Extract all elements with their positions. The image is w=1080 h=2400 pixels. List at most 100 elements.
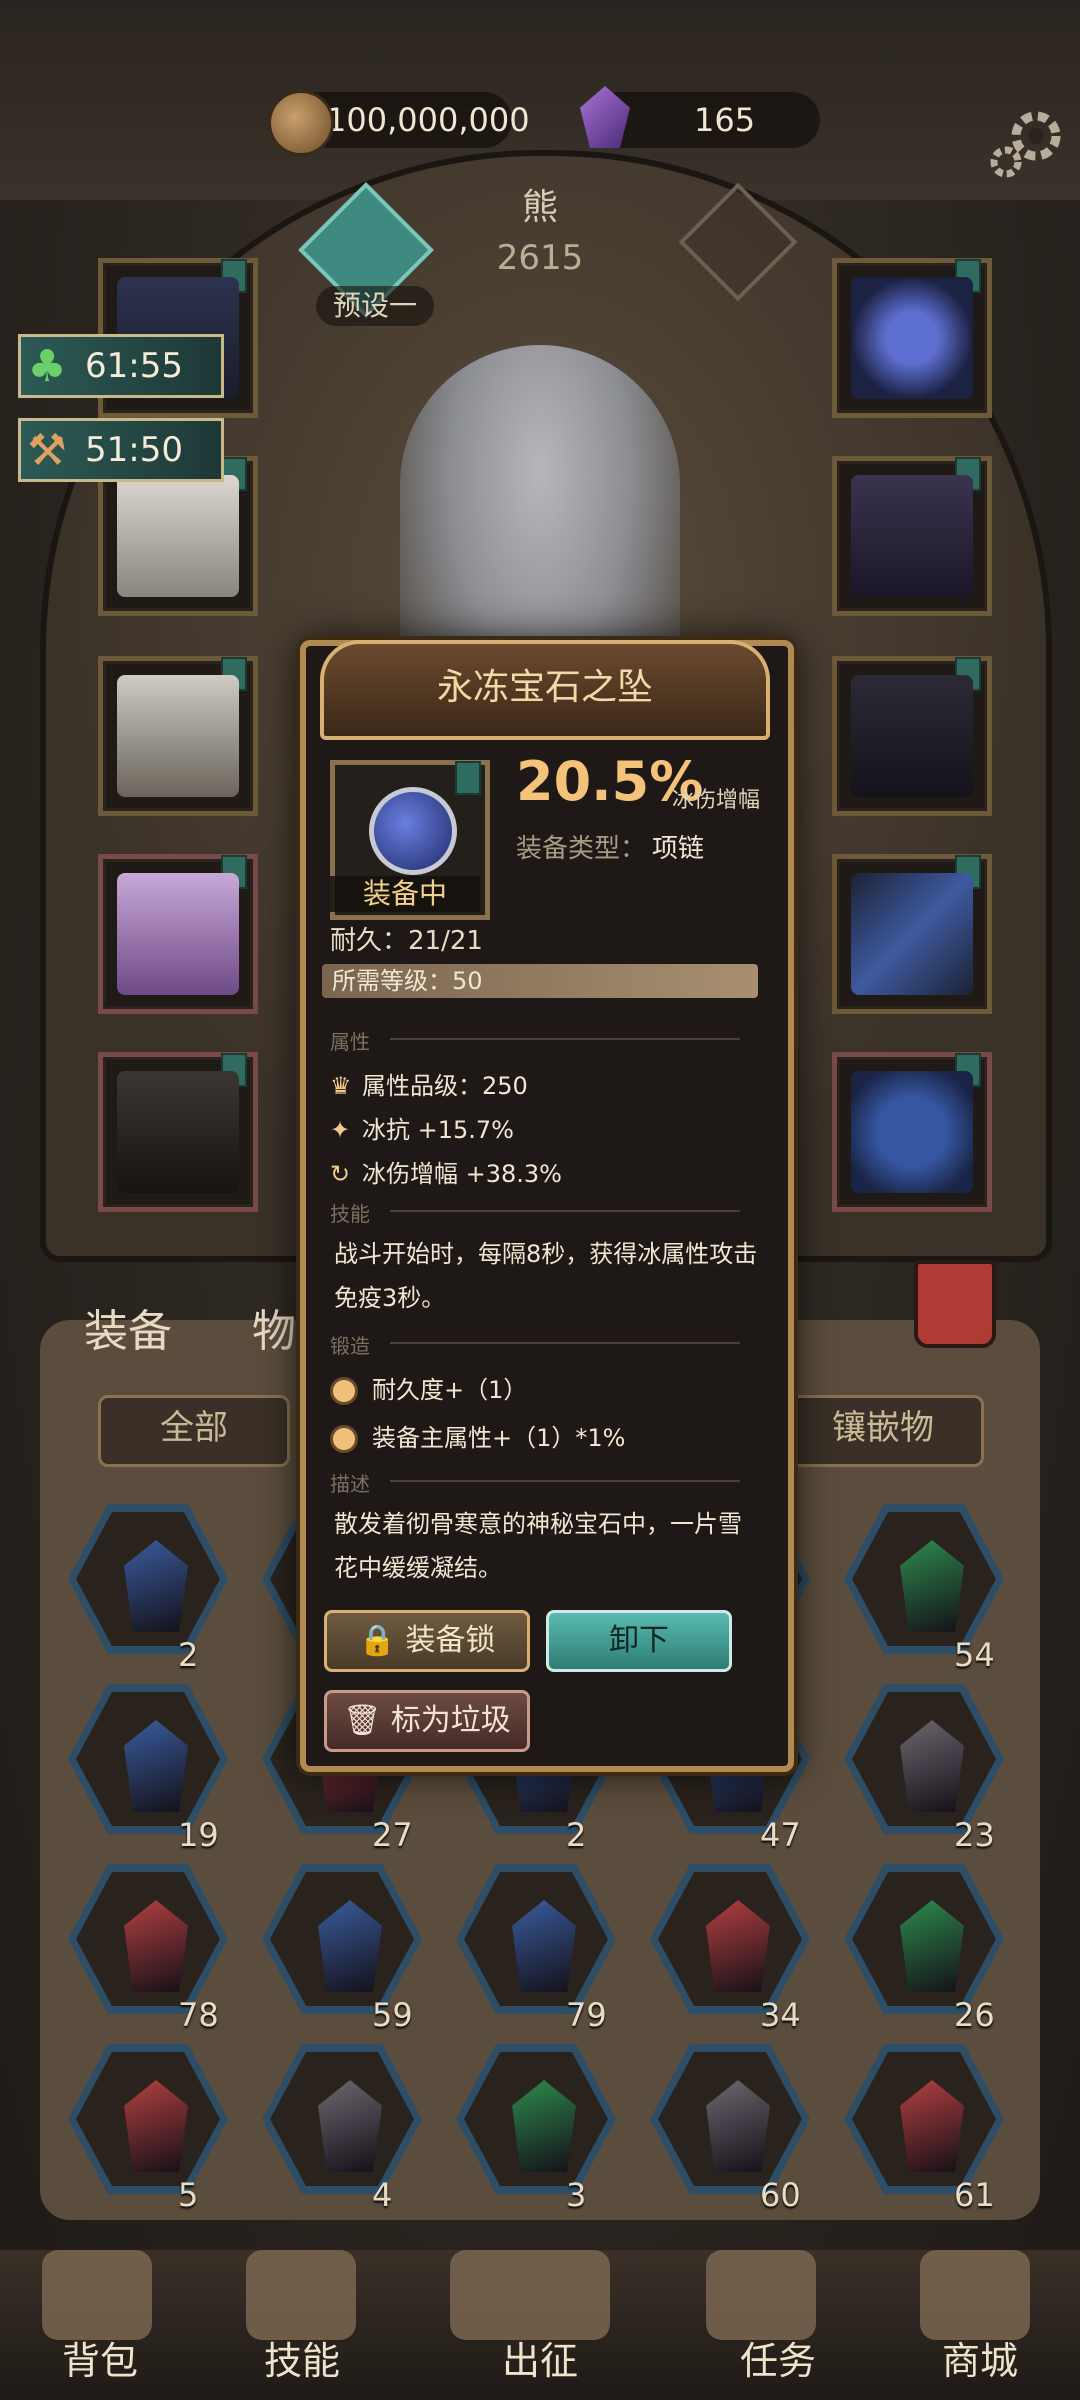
section-forge: 锻造 xyxy=(330,1330,750,1358)
item-count: 2 xyxy=(178,1636,199,1674)
item-count: 3 xyxy=(566,2176,587,2214)
hammer-icon: ⚒ xyxy=(27,424,67,476)
item-count: 34 xyxy=(760,1996,801,2034)
crystal-icon xyxy=(512,1900,576,1992)
lock-button[interactable]: 🔒 装备锁 xyxy=(324,1610,530,1672)
item-slot-bg xyxy=(76,1692,220,1826)
equipped-badge: 装备中 xyxy=(330,876,480,912)
crystal-icon xyxy=(900,1900,964,1992)
item-count: 54 xyxy=(954,1636,995,1674)
equip-slot-boots[interactable] xyxy=(98,1052,258,1212)
sparkle-icon: ✦ xyxy=(330,1116,351,1144)
crystal-icon xyxy=(706,1900,770,1992)
forge-durability-text: 耐久度+（1） xyxy=(372,1376,528,1404)
gold-amount: 100,000,000 xyxy=(326,101,530,139)
swirl-icon: ↻ xyxy=(330,1160,351,1188)
item-count: 2 xyxy=(566,1816,587,1854)
chain-art xyxy=(851,675,973,797)
item-count: 19 xyxy=(178,1816,219,1854)
filter-all[interactable]: 全部 xyxy=(98,1395,290,1467)
equip-type-label: 装备类型： xyxy=(516,834,647,864)
item-slot-bg xyxy=(852,2052,996,2186)
item-slot-bg xyxy=(76,1872,220,2006)
unequip-button[interactable]: 卸下 xyxy=(546,1610,732,1672)
preset-one-label[interactable]: 预设一 xyxy=(316,286,434,326)
weapon-art xyxy=(851,873,973,995)
necklace-gem-icon xyxy=(369,787,457,875)
trash-tag-icon: 🗑 xyxy=(343,1703,391,1738)
quest-horn-icon xyxy=(706,2250,816,2340)
necklace-art xyxy=(851,277,973,399)
nav-shop[interactable]: 商城 xyxy=(900,2330,1060,2385)
description-text: 散发着彻骨寒意的神秘宝石中，一片雪花中缓缓凝结。 xyxy=(334,1510,742,1582)
attr-ice-resist: ✦ 冰抗 +15.7% xyxy=(330,1110,514,1145)
crystal-icon xyxy=(706,2080,770,2172)
settings-gear-icon[interactable] xyxy=(984,100,1068,184)
item-slot-bg xyxy=(852,1872,996,2006)
item-slot-bg xyxy=(464,1872,608,2006)
item-slot-bg xyxy=(658,1872,802,2006)
gloves-art xyxy=(117,675,239,797)
item-count: 23 xyxy=(954,1816,995,1854)
equip-slot-weapon[interactable] xyxy=(832,854,992,1014)
nav-skills[interactable]: 技能 xyxy=(222,2330,382,2385)
forge-main-attr: 装备主属性+（1）*1% xyxy=(330,1418,625,1453)
durability: 耐久：21/21 xyxy=(330,926,483,956)
item-slot-bg xyxy=(852,1512,996,1646)
item-flag-icon xyxy=(455,761,481,795)
hammer-timer[interactable]: ⚒ 51:50 xyxy=(18,418,224,482)
clover-timer[interactable]: ♣ 61:55 xyxy=(18,334,224,398)
crystal-icon xyxy=(900,1540,964,1632)
item-name-title: 永冻宝石之坠 xyxy=(320,640,770,740)
item-count: 47 xyxy=(760,1816,801,1854)
shop-crown-icon xyxy=(920,2250,1030,2340)
crystal-icon xyxy=(318,1900,382,1992)
item-count: 79 xyxy=(566,1996,607,2034)
nav-expedition[interactable]: 出征 xyxy=(460,2330,620,2385)
hero-name: 熊 xyxy=(521,187,558,228)
gem-amount: 165 xyxy=(694,101,756,139)
equip-slot-ring[interactable] xyxy=(832,456,992,616)
nav-quests[interactable]: 任务 xyxy=(698,2330,858,2385)
mark-trash-label: 标为垃圾 xyxy=(390,1703,511,1738)
item-slot-bg xyxy=(76,1512,220,1646)
section-skill: 技能 xyxy=(330,1198,750,1226)
item-count: 27 xyxy=(372,1816,413,1854)
crystal-icon xyxy=(124,1720,188,1812)
main-stat-label: 冰伤增幅 xyxy=(672,788,761,813)
item-count: 4 xyxy=(372,2176,393,2214)
nav-backpack[interactable]: 背包 xyxy=(20,2330,180,2385)
crystal-icon xyxy=(124,1540,188,1632)
item-slot-bg xyxy=(852,1692,996,1826)
attr-quality: ♛ 属性品级：250 xyxy=(330,1066,528,1101)
item-count: 78 xyxy=(178,1996,219,2034)
section-description: 描述 xyxy=(330,1468,750,1496)
equip-slot-chain[interactable] xyxy=(832,656,992,816)
armor-art xyxy=(117,475,239,597)
forge-dot-icon xyxy=(330,1377,358,1405)
equip-type: 装备类型： 项链 xyxy=(516,828,704,865)
skill-text: 战斗开始时，每隔8秒，获得冰属性攻击免疫3秒。 xyxy=(334,1240,758,1312)
item-count: 59 xyxy=(372,1996,413,2034)
expedition-sword-icon xyxy=(450,2250,610,2340)
quality-icon: ♛ xyxy=(330,1072,352,1100)
item-slot-bg xyxy=(464,2052,608,2186)
item-count: 5 xyxy=(178,2176,199,2214)
item-count: 26 xyxy=(954,1996,995,2034)
lock-icon: 🔒 xyxy=(358,1623,406,1658)
crystal-icon xyxy=(124,1900,188,1992)
clover-icon: ♣ xyxy=(27,340,67,392)
equip-slot-pants[interactable] xyxy=(98,854,258,1014)
trash-can-icon[interactable] xyxy=(914,1260,996,1348)
item-count: 61 xyxy=(954,2176,995,2214)
equip-slot-gloves[interactable] xyxy=(98,656,258,816)
shield-art xyxy=(851,1071,973,1193)
equip-type-value: 项链 xyxy=(652,834,705,864)
filter-inlay[interactable]: 镶嵌物 xyxy=(782,1395,984,1467)
tab-equipment[interactable]: 装备 xyxy=(84,1295,172,1359)
crystal-icon xyxy=(512,2080,576,2172)
gold-coin-icon xyxy=(268,90,334,156)
equip-slot-shield[interactable] xyxy=(832,1052,992,1212)
mark-trash-button[interactable]: 🗑 标为垃圾 xyxy=(324,1690,530,1752)
equip-slot-necklace[interactable] xyxy=(832,258,992,418)
